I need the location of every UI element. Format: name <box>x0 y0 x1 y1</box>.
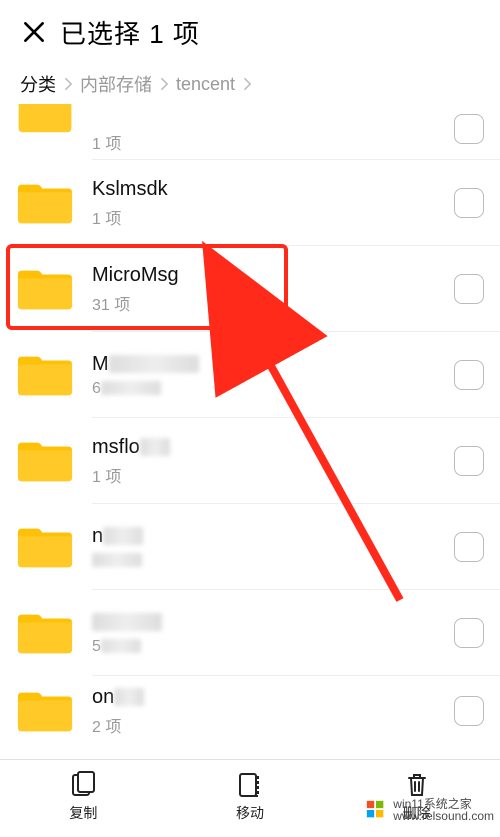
folder-subtext: 1 项 <box>92 463 446 487</box>
folder-name: on <box>92 686 446 709</box>
move-icon <box>236 771 264 799</box>
folder-list: 1 项 Kslmsdk 1 项 MicroMsg 31 项 <box>0 104 500 746</box>
chevron-right-icon <box>156 77 172 91</box>
chevron-right-icon <box>60 77 76 91</box>
folder-name: MicroMsg <box>92 264 446 287</box>
checkbox[interactable] <box>454 188 484 218</box>
breadcrumb: 分类 内部存储 tencent <box>0 64 500 104</box>
folder-name: Kslmsdk <box>92 178 446 201</box>
folder-icon <box>16 524 74 570</box>
folder-icon <box>16 180 74 226</box>
watermark-url: www.relsound.com <box>393 810 494 823</box>
folder-icon <box>16 688 74 734</box>
folder-subtext: 2 项 <box>92 713 446 737</box>
move-action[interactable]: 移动 <box>220 771 280 823</box>
close-button[interactable] <box>20 18 48 46</box>
trash-icon <box>403 771 431 799</box>
folder-icon <box>16 610 74 656</box>
folder-subtext: 6 <box>92 380 446 398</box>
folder-name: n <box>92 525 446 548</box>
list-item[interactable]: 5 <box>0 590 500 676</box>
breadcrumb-seg[interactable]: 分类 <box>16 71 60 97</box>
folder-icon <box>16 266 74 312</box>
breadcrumb-seg[interactable]: tencent <box>172 74 239 95</box>
folder-subtext: 31 项 <box>92 291 446 315</box>
page-title: 已选择 1 项 <box>60 14 200 51</box>
action-label: 移动 <box>236 803 264 823</box>
folder-subtext: 1 项 <box>92 130 446 154</box>
folder-subtext: 5 <box>92 638 446 656</box>
checkbox[interactable] <box>454 618 484 648</box>
action-label: 复制 <box>69 803 97 823</box>
checkbox[interactable] <box>454 696 484 726</box>
checkbox[interactable] <box>454 446 484 476</box>
folder-icon <box>16 352 74 398</box>
watermark-logo-icon <box>365 799 387 821</box>
folder-icon <box>16 104 74 134</box>
checkbox[interactable] <box>454 274 484 304</box>
chevron-right-icon <box>239 77 255 91</box>
copy-icon <box>69 771 97 799</box>
list-item[interactable]: on 2 项 <box>0 676 500 746</box>
list-item[interactable]: M 6 <box>0 332 500 418</box>
folder-name <box>92 611 446 634</box>
checkbox[interactable] <box>454 360 484 390</box>
folder-name: M <box>92 353 446 376</box>
close-icon <box>21 19 47 45</box>
folder-subtext <box>92 552 446 570</box>
list-item[interactable]: n <box>0 504 500 590</box>
folder-name: msflo <box>92 436 446 459</box>
list-item[interactable]: 1 项 <box>0 104 500 160</box>
checkbox[interactable] <box>454 114 484 144</box>
checkbox[interactable] <box>454 532 484 562</box>
list-item[interactable]: msflo 1 项 <box>0 418 500 504</box>
watermark: win11系统之家 www.relsound.com <box>365 798 494 823</box>
breadcrumb-seg[interactable]: 内部存储 <box>76 71 156 97</box>
list-item-micromsg[interactable]: MicroMsg 31 项 <box>0 246 500 332</box>
folder-subtext: 1 项 <box>92 205 446 229</box>
list-item[interactable]: Kslmsdk 1 项 <box>0 160 500 246</box>
copy-action[interactable]: 复制 <box>53 771 113 823</box>
folder-icon <box>16 438 74 484</box>
